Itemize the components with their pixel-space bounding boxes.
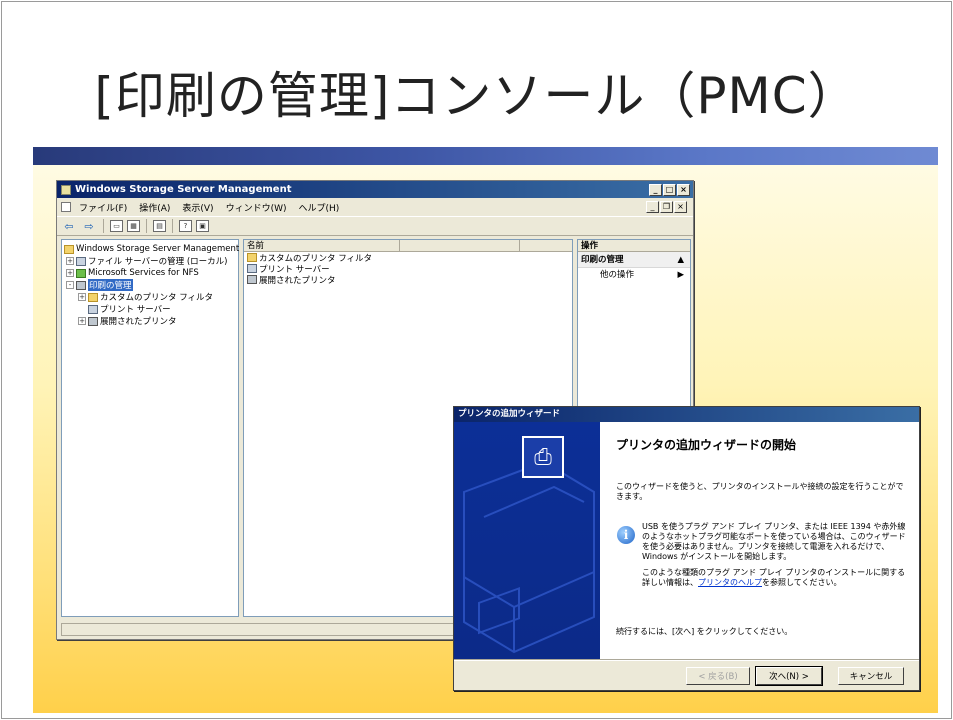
wizard-heading: プリンタの追加ウィザードの開始 xyxy=(616,438,797,452)
wizard-info-text: USB を使うプラグ アンド プレイ プリンタ、または IEEE 1394 や赤… xyxy=(642,522,906,561)
tree-item[interactable]: Windows Storage Server Management xyxy=(64,243,239,255)
menu-window[interactable]: ウィンドウ(W) xyxy=(220,201,293,214)
collapse-arrow-icon: ▲ xyxy=(677,255,684,265)
menu-action[interactable]: 操作(A) xyxy=(133,201,176,214)
printer-icon: ⎙ xyxy=(522,436,564,478)
next-button[interactable]: 次へ(N) > xyxy=(755,666,823,686)
deployed-printer-icon xyxy=(247,275,257,284)
column-header-blank[interactable] xyxy=(400,240,520,251)
app-icon xyxy=(61,184,71,195)
submenu-arrow-icon: ▶ xyxy=(677,270,684,280)
child-close-icon[interactable]: × xyxy=(674,201,687,213)
add-printer-wizard: プリンタの追加ウィザード ⎙ プリンタの追加ウィザードの開始 このウィザードを使… xyxy=(453,406,920,691)
close-icon[interactable]: × xyxy=(677,183,690,196)
menu-file[interactable]: ファイル(F) xyxy=(73,201,133,214)
nfs-icon xyxy=(76,268,86,278)
tree-item[interactable]: + 展開されたプリンタ xyxy=(64,315,236,327)
expand-icon[interactable]: + xyxy=(66,269,74,277)
menu-help[interactable]: ヘルプ(H) xyxy=(293,201,346,214)
list-item[interactable]: カスタムのプリンタ フィルタ xyxy=(244,252,572,264)
show-hide-tree-icon[interactable]: ▦ xyxy=(127,220,140,232)
slide-title: [印刷の管理]コンソール（PMC） xyxy=(94,67,859,125)
tree-item[interactable]: + Microsoft Services for NFS xyxy=(64,267,236,279)
export-list-icon[interactable]: ▤ xyxy=(153,220,166,232)
collapse-icon[interactable]: - xyxy=(66,281,74,289)
more-actions-item[interactable]: 他の操作 ▶ xyxy=(578,268,690,282)
mmc-title-bar[interactable]: Windows Storage Server Management _ □ × xyxy=(57,181,693,198)
maximize-icon[interactable]: □ xyxy=(663,183,676,196)
properties-icon[interactable]: ▣ xyxy=(196,220,209,232)
wizard-separator xyxy=(454,659,919,661)
print-management-icon xyxy=(76,280,86,290)
back-button[interactable]: < 戻る(B) xyxy=(686,667,750,685)
wizard-main: プリンタの追加ウィザードの開始 このウィザードを使うと、プリンタのインストールや… xyxy=(600,422,919,659)
tree-item[interactable]: + ファイル サーバーの管理 (ローカル) xyxy=(64,255,236,267)
wizard-intro: このウィザードを使うと、プリンタのインストールや接続の設定を行うことができます。 xyxy=(616,482,904,501)
expand-icon[interactable]: + xyxy=(66,257,74,265)
wizard-title-bar[interactable]: プリンタの追加ウィザード xyxy=(454,407,919,422)
list-item[interactable]: 展開されたプリンタ xyxy=(244,274,572,286)
print-server-icon xyxy=(88,304,98,314)
printer-help-link[interactable]: プリンタのヘルプ xyxy=(698,578,762,587)
forward-arrow-icon[interactable]: ⇨ xyxy=(81,219,97,234)
wizard-side-banner: ⎙ xyxy=(454,422,600,659)
server-icon xyxy=(76,256,86,266)
title-stripe xyxy=(33,147,938,165)
console-tree: Windows Storage Server Management + ファイル… xyxy=(61,239,239,617)
tree-item[interactable]: + カスタムのプリンタ フィルタ xyxy=(64,291,236,303)
list-item[interactable]: プリント サーバー xyxy=(244,263,572,275)
menu-bar: ファイル(F) 操作(A) 表示(V) ウィンドウ(W) ヘルプ(H) _ ❐ … xyxy=(57,198,693,216)
filter-folder-icon xyxy=(88,292,98,302)
toolbar: ⇦ ⇨ ▭ ▦ ▤ ? ▣ xyxy=(57,216,693,236)
help-icon[interactable]: ? xyxy=(179,220,192,232)
deployed-printer-icon xyxy=(88,316,98,326)
column-name-header[interactable]: 名前 xyxy=(244,240,400,251)
tree-item-selected[interactable]: - 印刷の管理 xyxy=(64,279,236,291)
menu-view[interactable]: 表示(V) xyxy=(176,201,219,214)
child-minimize-icon[interactable]: _ xyxy=(646,201,659,213)
tree-item[interactable]: プリント サーバー xyxy=(64,303,236,315)
back-arrow-icon[interactable]: ⇦ xyxy=(61,219,77,234)
print-server-icon xyxy=(247,264,257,273)
expand-icon[interactable]: + xyxy=(78,293,86,301)
minimize-icon[interactable]: _ xyxy=(649,183,662,196)
cancel-button[interactable]: キャンセル xyxy=(838,667,904,685)
folder-icon xyxy=(64,244,74,254)
mmc-window-title: Windows Storage Server Management xyxy=(75,184,292,195)
console-doc-icon[interactable] xyxy=(61,202,71,212)
wizard-continue-text: 続行するには、[次へ] をクリックしてください。 xyxy=(616,627,793,636)
expand-icon[interactable]: + xyxy=(78,317,86,325)
up-folder-icon[interactable]: ▭ xyxy=(110,220,123,232)
actions-section[interactable]: 印刷の管理 ▲ xyxy=(578,252,690,268)
actions-header: 操作 xyxy=(578,240,690,252)
wizard-more-info: このような種類のプラグ アンド プレイ プリンタのインストールに関する詳しい情報… xyxy=(642,568,906,587)
child-restore-icon[interactable]: ❐ xyxy=(660,201,673,213)
info-icon: i xyxy=(617,526,635,544)
list-header: 名前 xyxy=(244,240,572,252)
filter-folder-icon xyxy=(247,253,257,262)
